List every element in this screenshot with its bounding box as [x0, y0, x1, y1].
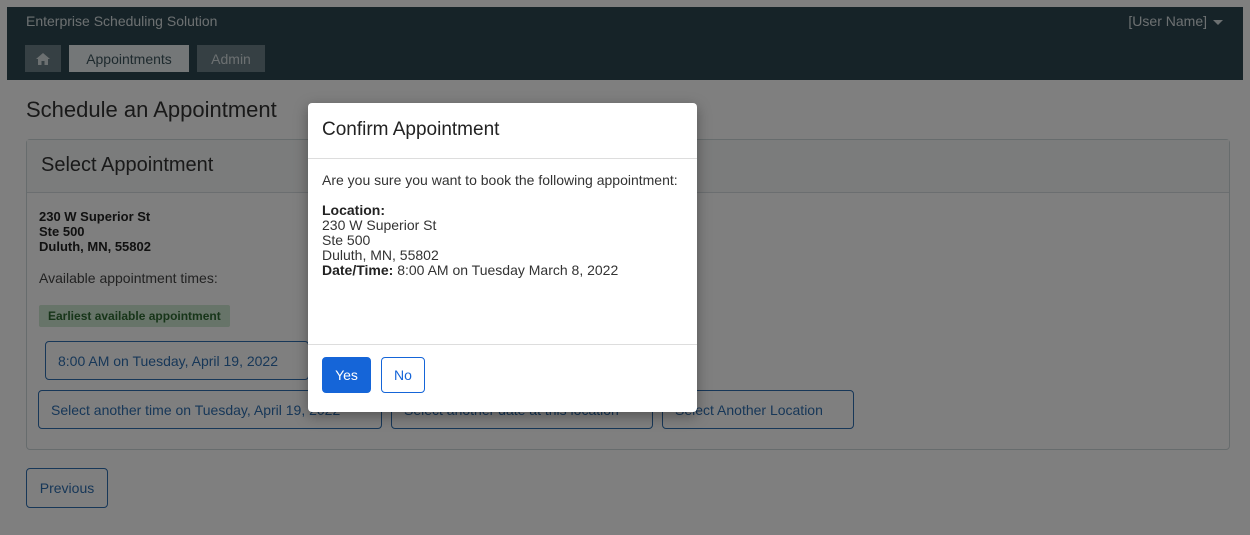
confirm-question: Are you sure you want to book the follow…: [322, 172, 678, 188]
yes-button[interactable]: Yes: [322, 357, 371, 393]
modal-address-line: Ste 500: [322, 232, 371, 248]
modal-body: Are you sure you want to book the follow…: [322, 173, 682, 278]
confirm-modal: Confirm Appointment Are you sure you wan…: [308, 103, 697, 412]
location-label: Location:: [322, 202, 385, 218]
modal-header: Confirm Appointment: [308, 103, 697, 159]
modal-address-line: 230 W Superior St: [322, 217, 437, 233]
no-button[interactable]: No: [381, 357, 425, 393]
datetime-row: Date/Time: 8:00 AM on Tuesday March 8, 2…: [322, 263, 682, 278]
modal-title: Confirm Appointment: [322, 119, 500, 140]
modal-address-line: Duluth, MN, 55802: [322, 247, 439, 263]
datetime-label: Date/Time:: [322, 262, 394, 278]
modal-footer: Yes No: [308, 344, 697, 412]
datetime-value: 8:00 AM on Tuesday March 8, 2022: [393, 262, 619, 278]
